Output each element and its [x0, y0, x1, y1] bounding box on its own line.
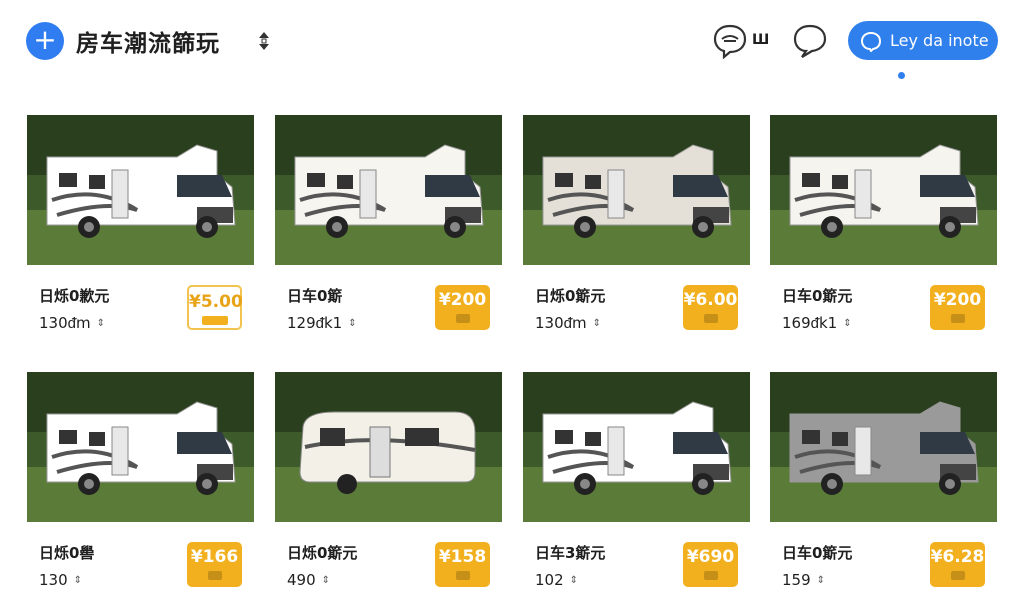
- rv-detail: 130ᵭm ⇕: [535, 314, 601, 332]
- price-value: ¥6.28: [930, 547, 985, 567]
- rv-photo: [275, 115, 502, 265]
- price-value: ¥690: [686, 547, 735, 567]
- price-tag[interactable]: ¥690: [683, 542, 738, 587]
- rv-card[interactable]: 日烁0嚳 130 ⇕ ¥166: [27, 372, 254, 602]
- chevron-icon: ⇕: [816, 574, 826, 586]
- rv-card[interactable]: 日车0簛元 159 ⇕ ¥6.28: [770, 372, 997, 602]
- rv-card[interactable]: 日车0簛 129ᵭk1 ⇕ ¥200: [275, 115, 502, 345]
- rv-detail: 129ᵭk1 ⇕: [287, 314, 357, 332]
- speech-bubble-icon: [860, 31, 882, 52]
- rv-name: 日车3簛元: [535, 544, 606, 562]
- rv-card[interactable]: 日烁0簛元 130ᵭm ⇕ ¥6.00: [523, 115, 750, 345]
- price-tag[interactable]: ¥158: [435, 542, 490, 587]
- cta-label: Ley da inote: [890, 31, 989, 50]
- rv-name: 日车0簛元: [782, 544, 853, 562]
- price-value: ¥5.00: [189, 292, 243, 312]
- chevron-icon: ⇕: [321, 574, 331, 586]
- rv-card[interactable]: 日烁0歉元 130ᵭm ⇕ ¥5.00: [27, 115, 254, 345]
- rv-name: 日烁0嚳: [39, 544, 95, 562]
- price-value: ¥6.00: [683, 290, 738, 310]
- tag-icon: [201, 316, 228, 325]
- rv-photo: [27, 115, 254, 265]
- rv-name: 日车0簛: [287, 287, 343, 305]
- price-tag[interactable]: ¥5.00: [187, 285, 243, 330]
- small-label[interactable]: Ш: [752, 32, 769, 48]
- page-title: 房车潮流篩玩: [76, 31, 220, 57]
- sort-icon[interactable]: [256, 30, 272, 52]
- chevron-icon: ⇕: [843, 317, 852, 329]
- rv-detail-text: 169ᵭk1: [782, 314, 838, 332]
- rv-card[interactable]: 日烁0簛元 490 ⇕ ¥158: [275, 372, 502, 602]
- rv-name: 日烁0歉元: [39, 287, 110, 305]
- price-value: ¥158: [438, 547, 487, 567]
- indicator-dot: [898, 72, 905, 79]
- rv-photo: [770, 372, 997, 522]
- rv-photo: [523, 115, 750, 265]
- rv-photo: [275, 372, 502, 522]
- rv-photo: [523, 372, 750, 522]
- chevron-icon: ⇕: [592, 317, 601, 329]
- plus-icon[interactable]: +: [26, 22, 64, 60]
- price-value: ¥200: [933, 290, 982, 310]
- chevron-icon: ⇕: [96, 317, 105, 329]
- rv-detail: 130 ⇕: [39, 571, 82, 589]
- rv-name: 日烁0簛元: [287, 544, 358, 562]
- price-tag[interactable]: ¥6.00: [683, 285, 738, 330]
- rv-detail: 159 ⇕: [782, 571, 825, 589]
- top-bar: + 房车潮流篩玩 Ш Ley da inote: [0, 0, 1024, 80]
- chevron-icon: ⇕: [569, 574, 579, 586]
- tag-icon: [703, 314, 718, 323]
- rv-detail: 169ᵭk1 ⇕: [782, 314, 852, 332]
- price-tag[interactable]: ¥200: [435, 285, 490, 330]
- price-tag[interactable]: ¥6.28: [930, 542, 985, 587]
- price-tag[interactable]: ¥200: [930, 285, 985, 330]
- rv-detail-text: 130ᵭm: [535, 314, 587, 332]
- rv-detail-text: 129ᵭk1: [287, 314, 343, 332]
- cta-button[interactable]: Ley da inote: [848, 21, 998, 60]
- rv-detail-text: 102: [535, 571, 564, 589]
- tag-icon: [455, 314, 470, 323]
- rv-detail: 102 ⇕: [535, 571, 578, 589]
- rv-detail: 130ᵭm ⇕: [39, 314, 105, 332]
- rv-name: 日烁0簛元: [535, 287, 606, 305]
- rv-detail-text: 130: [39, 571, 68, 589]
- tag-icon: [950, 314, 965, 323]
- rv-detail-text: 159: [782, 571, 811, 589]
- chevron-icon: ⇕: [73, 574, 83, 586]
- rv-photo: [770, 115, 997, 265]
- price-value: ¥166: [190, 547, 239, 567]
- rv-detail-text: 130ᵭm: [39, 314, 91, 332]
- rv-detail: 490 ⇕: [287, 571, 330, 589]
- rv-detail-text: 490: [287, 571, 316, 589]
- rv-photo: [27, 372, 254, 522]
- rv-card[interactable]: 日车3簛元 102 ⇕ ¥690: [523, 372, 750, 602]
- price-tag[interactable]: ¥166: [187, 542, 242, 587]
- speech-bubble-icon[interactable]: [792, 22, 828, 60]
- chat-icon[interactable]: [712, 22, 748, 60]
- rv-name: 日车0簛元: [782, 287, 853, 305]
- rv-card[interactable]: 日车0簛元 169ᵭk1 ⇕ ¥200: [770, 115, 997, 345]
- chevron-icon: ⇕: [348, 317, 357, 329]
- price-value: ¥200: [438, 290, 487, 310]
